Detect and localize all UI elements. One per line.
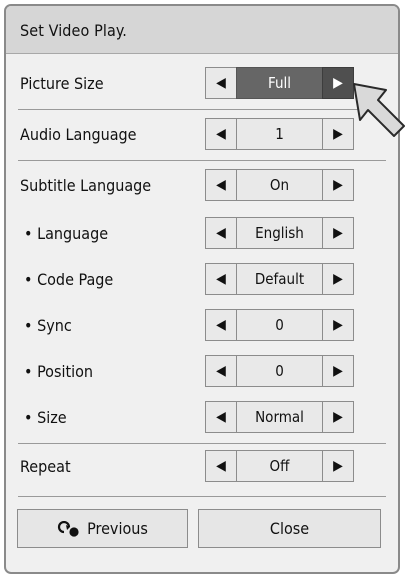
repeat-next-arrow[interactable]: ▶: [322, 450, 354, 482]
sync-value: 0: [236, 309, 323, 341]
position-label: • Position: [24, 362, 94, 381]
close-button[interactable]: Close: [198, 509, 381, 548]
subtitle-language-sub-next-arrow[interactable]: ▶: [322, 217, 354, 249]
size-label: • Size: [24, 408, 67, 427]
position-next-arrow[interactable]: ▶: [322, 355, 354, 387]
sync-label: • Sync: [24, 316, 72, 335]
size-selector: ◀ Normal ▶: [205, 401, 354, 433]
sync-prev-arrow[interactable]: ◀: [205, 309, 237, 341]
repeat-value: Off: [236, 450, 323, 482]
dialog-titlebar: Set Video Play.: [6, 6, 398, 54]
subtitle-language-sub-value: English: [236, 217, 323, 249]
subtitle-language-sub-prev-arrow[interactable]: ◀: [205, 217, 237, 249]
position-prev-arrow[interactable]: ◀: [205, 355, 237, 387]
audio-language-value: 1: [236, 118, 323, 150]
position-selector: ◀ 0 ▶: [205, 355, 354, 387]
repeat-prev-arrow[interactable]: ◀: [205, 450, 237, 482]
pointer-cursor-icon: [353, 83, 405, 137]
code-page-value: Default: [236, 263, 323, 295]
divider: [18, 109, 386, 110]
size-next-arrow[interactable]: ▶: [322, 401, 354, 433]
audio-language-label: Audio Language: [20, 125, 137, 144]
size-prev-arrow[interactable]: ◀: [205, 401, 237, 433]
divider: [18, 496, 386, 497]
size-value: Normal: [236, 401, 323, 433]
audio-language-prev-arrow[interactable]: ◀: [205, 118, 237, 150]
audio-language-selector: ◀ 1 ▶: [205, 118, 354, 150]
close-button-label: Close: [269, 519, 310, 538]
repeat-selector: ◀ Off ▶: [205, 450, 354, 482]
sync-next-arrow[interactable]: ▶: [322, 309, 354, 341]
previous-button[interactable]: Previous: [17, 509, 188, 548]
subtitle-language-sub-label: • Language: [24, 224, 109, 243]
previous-button-label: Previous: [87, 519, 148, 538]
repeat-label: Repeat: [20, 457, 71, 476]
dialog-title: Set Video Play.: [20, 21, 127, 40]
code-page-prev-arrow[interactable]: ◀: [205, 263, 237, 295]
divider: [18, 443, 386, 444]
subtitle-language-label: Subtitle Language: [20, 176, 152, 195]
position-value: 0: [236, 355, 323, 387]
subtitle-language-selector: ◀ On ▶: [205, 169, 354, 201]
picture-size-label: Picture Size: [20, 74, 104, 93]
subtitle-language-next-arrow[interactable]: ▶: [322, 169, 354, 201]
code-page-next-arrow[interactable]: ▶: [322, 263, 354, 295]
picture-size-prev-arrow[interactable]: ◀: [205, 67, 237, 99]
code-page-label: • Code Page: [24, 270, 114, 289]
picture-size-value: Full: [236, 67, 323, 99]
subtitle-language-value: On: [236, 169, 323, 201]
video-play-dialog: Set Video Play. Picture Size ◀ Full ▶ Au…: [4, 4, 400, 574]
subtitle-language-sub-selector: ◀ English ▶: [205, 217, 354, 249]
back-arrow-icon: [58, 520, 79, 537]
subtitle-language-prev-arrow[interactable]: ◀: [205, 169, 237, 201]
divider: [18, 160, 386, 161]
sync-selector: ◀ 0 ▶: [205, 309, 354, 341]
code-page-selector: ◀ Default ▶: [205, 263, 354, 295]
picture-size-selector: ◀ Full ▶: [205, 67, 354, 99]
